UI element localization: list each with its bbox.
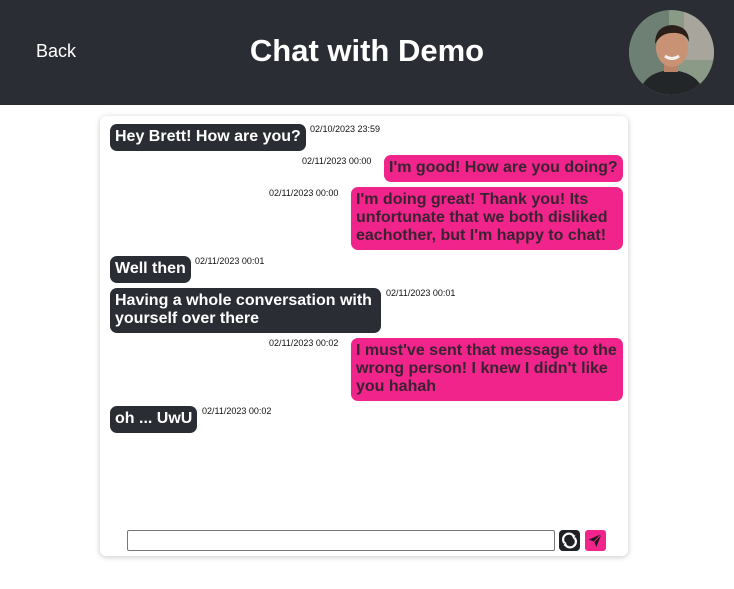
- send-icon: [588, 533, 602, 547]
- refresh-icon: [562, 532, 577, 549]
- app-header: Back Chat with Demo: [0, 0, 734, 105]
- message-bubble: I must've sent that message to the wrong…: [351, 338, 623, 401]
- message-bubble: I'm doing great! Thank you! Its unfortun…: [351, 187, 623, 250]
- page-title: Chat with Demo: [249, 33, 485, 68]
- send-button[interactable]: [585, 530, 606, 551]
- message-timestamp: 02/11/2023 00:00: [269, 188, 339, 198]
- message-timestamp: 02/11/2023 00:02: [269, 338, 339, 348]
- refresh-button[interactable]: [559, 530, 580, 551]
- message-bubble: Hey Brett! How are you?: [110, 124, 306, 151]
- message-timestamp: 02/10/2023 23:59: [310, 124, 381, 134]
- message-bubble: oh ... UwU: [110, 406, 198, 433]
- message-bubble: Having a whole conversation with yoursel…: [110, 288, 381, 333]
- avatar-photo-icon: [629, 10, 714, 95]
- message-input[interactable]: [127, 530, 555, 551]
- message-timestamp: 02/11/2023 00:01: [386, 288, 456, 298]
- avatar[interactable]: [629, 10, 714, 95]
- message-timestamp: 02/11/2023 00:00: [302, 156, 372, 166]
- message-bubble: Well then: [110, 256, 191, 283]
- message-bubble: I'm good! How are you doing?: [384, 155, 623, 182]
- chat-panel: Hey Brett! How are you? 02/10/2023 23:59…: [100, 116, 628, 556]
- message-timestamp: 02/11/2023 00:02: [202, 406, 272, 416]
- message-timestamp: 02/11/2023 00:01: [195, 256, 265, 266]
